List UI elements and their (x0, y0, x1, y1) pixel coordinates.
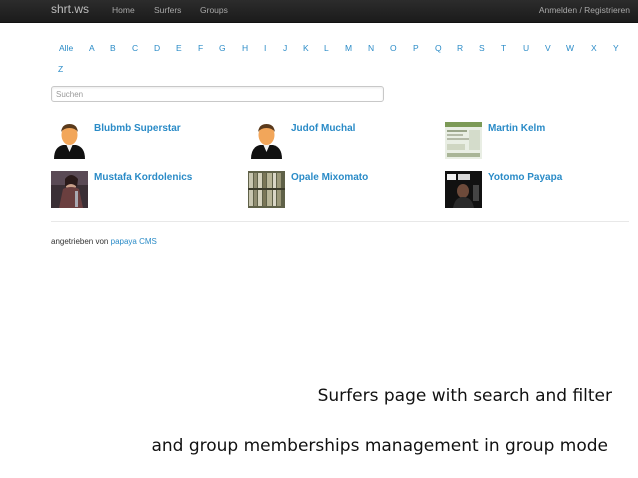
surfer-name-link[interactable]: Martin Kelm (488, 123, 545, 134)
letter-filter-p[interactable]: P (413, 43, 419, 53)
surfer-name-link[interactable]: Mustafa Kordolenics (94, 172, 192, 183)
letter-filter-f[interactable]: F (198, 43, 203, 53)
letter-filter-w[interactable]: W (566, 43, 574, 53)
surfer-card: Yotomo Payapa (445, 171, 635, 211)
letter-filter-b[interactable]: B (110, 43, 116, 53)
letter-filter-m[interactable]: M (345, 43, 352, 53)
letter-filter-o[interactable]: O (390, 43, 397, 53)
login-register-link[interactable]: Anmelden / Registrieren (539, 5, 630, 15)
letter-filter-s[interactable]: S (479, 43, 485, 53)
letter-filter-e[interactable]: E (176, 43, 182, 53)
letter-filter-u[interactable]: U (523, 43, 529, 53)
letter-filter-h[interactable]: H (242, 43, 248, 53)
letter-filter-y[interactable]: Y (613, 43, 619, 53)
caption-line-1: Surfers page with search and filter (317, 386, 612, 406)
letter-filter-all[interactable]: Alle (59, 43, 73, 53)
letter-filter-l[interactable]: L (324, 43, 329, 53)
letter-filter-r[interactable]: R (457, 43, 463, 53)
surfer-name-link[interactable]: Blubmb Superstar (94, 123, 181, 134)
letter-filter-z[interactable]: Z (58, 64, 63, 74)
top-navbar: shrt.ws Home Surfers Groups Anmelden / R… (0, 0, 638, 23)
letter-filter-j[interactable]: J (283, 43, 287, 53)
default-user-icon[interactable] (51, 122, 88, 159)
letter-filter-n[interactable]: N (368, 43, 374, 53)
letter-filter-t[interactable]: T (501, 43, 506, 53)
brand-logo[interactable]: shrt.ws (51, 2, 89, 16)
warrior-photo[interactable] (51, 171, 88, 208)
nav-surfers[interactable]: Surfers (154, 5, 181, 15)
search-input[interactable] (51, 86, 384, 102)
letter-filter-v[interactable]: V (545, 43, 551, 53)
screenshot-photo[interactable] (445, 122, 482, 159)
surfer-name-link[interactable]: Yotomo Payapa (488, 172, 562, 183)
papaya-cms-link[interactable]: papaya CMS (111, 237, 157, 246)
footer: angetrieben von papaya CMS (51, 237, 157, 246)
nav-groups[interactable]: Groups (200, 5, 228, 15)
letter-filter-k[interactable]: K (303, 43, 309, 53)
caption-line-2: and group memberships management in grou… (151, 436, 608, 456)
surfer-name-link[interactable]: Judof Muchal (291, 123, 355, 134)
letter-filter-c[interactable]: C (132, 43, 138, 53)
bookshelf-photo[interactable] (248, 171, 285, 208)
footer-divider (51, 221, 629, 222)
letter-filter-i[interactable]: I (264, 43, 266, 53)
nav-home[interactable]: Home (112, 5, 135, 15)
letter-filter-a[interactable]: A (89, 43, 95, 53)
surfer-name-link[interactable]: Opale Mixomato (291, 172, 368, 183)
surfer-card: Martin Kelm (445, 122, 635, 162)
surfer-card: Opale Mixomato (248, 171, 438, 211)
letter-filter-x[interactable]: X (591, 43, 597, 53)
default-user-icon[interactable] (248, 122, 285, 159)
surfer-card: Judof Muchal (248, 122, 438, 162)
letter-filter-d[interactable]: D (154, 43, 160, 53)
footer-prefix: angetrieben von (51, 237, 109, 246)
poster-photo[interactable] (445, 171, 482, 208)
surfer-card: Mustafa Kordolenics (51, 171, 241, 211)
letter-filter-g[interactable]: G (219, 43, 226, 53)
surfer-card: Blubmb Superstar (51, 122, 241, 162)
letter-filter-q[interactable]: Q (435, 43, 442, 53)
